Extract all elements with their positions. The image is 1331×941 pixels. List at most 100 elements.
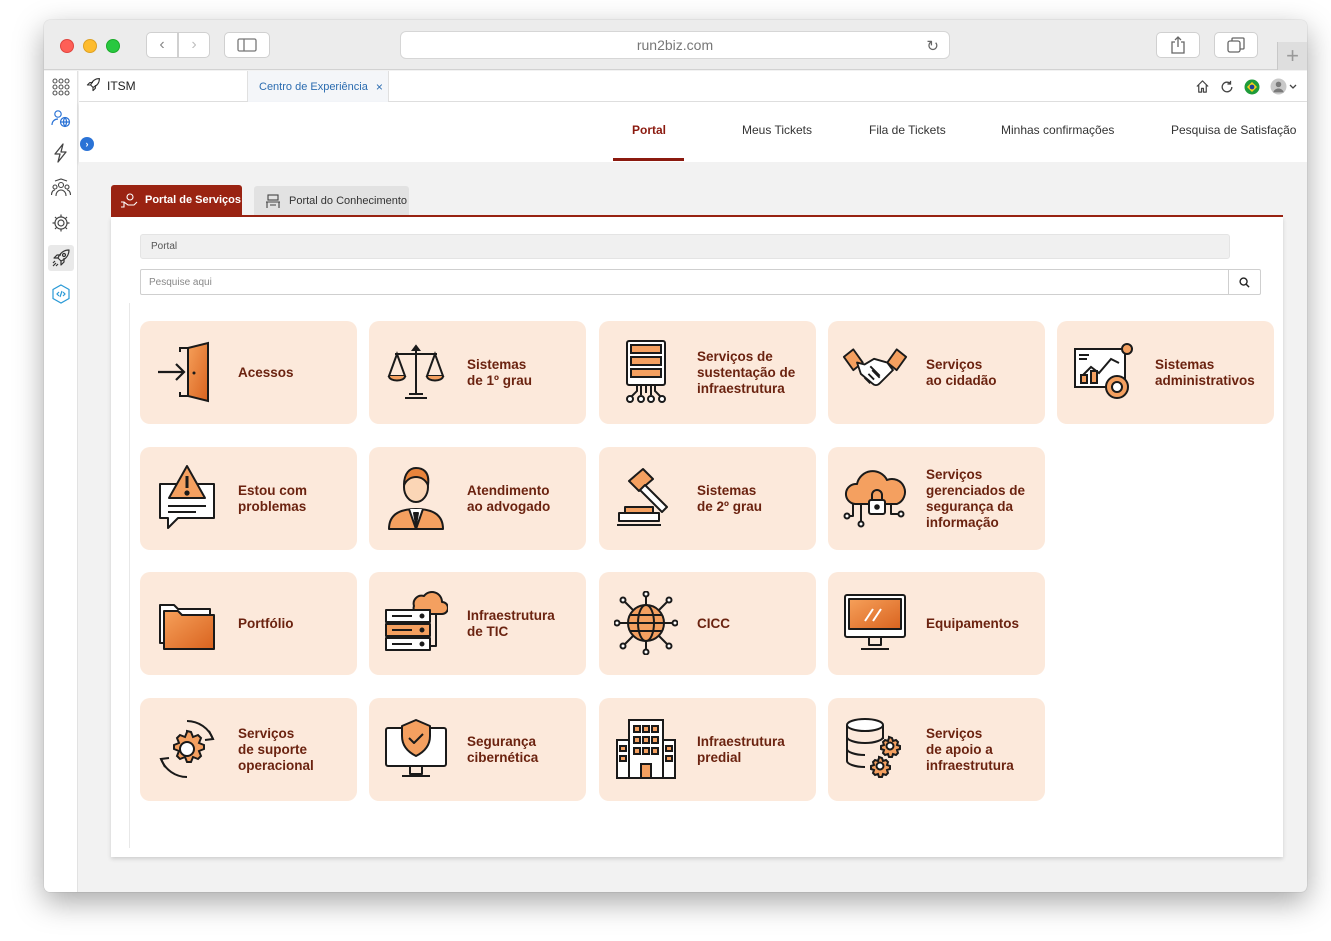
- service-tile-seguranca-cibernetica[interactable]: Segurança cibernética: [369, 698, 586, 801]
- shield-monitor-icon: [383, 714, 449, 784]
- sidebar-icon: [237, 38, 257, 52]
- service-tile-apoio-infraestrutura[interactable]: Serviços de apoio a infraestrutura: [828, 698, 1045, 801]
- folder-icon: [154, 588, 220, 658]
- gavel-icon: [613, 463, 679, 533]
- tab-portal-do-conhecimento[interactable]: Portal do Conhecimento: [254, 186, 409, 215]
- door-enter-icon: [154, 337, 220, 407]
- search-button[interactable]: [1228, 270, 1260, 294]
- brazil-flag-icon[interactable]: [1244, 79, 1260, 95]
- service-tile-label: Serviços gerenciados de segurança da inf…: [926, 466, 1026, 530]
- service-tile-equipamentos[interactable]: Equipamentos: [828, 572, 1045, 675]
- lightning-icon[interactable]: [48, 140, 74, 166]
- service-tile-servicos-cidadao[interactable]: Serviços ao cidadão: [828, 321, 1045, 424]
- new-tab-button[interactable]: +: [1277, 42, 1307, 70]
- share-button[interactable]: [1156, 32, 1200, 58]
- team-icon[interactable]: [48, 175, 74, 201]
- browser-toolbar: ‹ › run2biz.com ↻ +: [44, 20, 1307, 70]
- service-tile-label: Portfólio: [238, 615, 294, 631]
- service-tile-label: Estou com problemas: [238, 482, 308, 514]
- chevron-right-icon: ›: [191, 36, 197, 53]
- maximize-window-button[interactable]: [106, 39, 120, 53]
- tab-centro-de-experiencia[interactable]: Centro de Experiência ×: [247, 71, 389, 102]
- service-tile-label: Acessos: [238, 364, 294, 380]
- service-tile-sistemas-administrativos[interactable]: Sistemas administrativos: [1057, 321, 1274, 424]
- reload-icon[interactable]: ↻: [926, 37, 939, 55]
- service-tile-label: Infraestrutura predial: [697, 733, 785, 765]
- close-tab-icon[interactable]: ×: [376, 80, 383, 94]
- tab-meus-tickets[interactable]: Meus Tickets: [742, 123, 812, 137]
- forward-button[interactable]: ›: [178, 32, 210, 58]
- service-tile-infraestrutura-predial[interactable]: Infraestrutura predial: [599, 698, 816, 801]
- service-tile-label: Serviços de suporte operacional: [238, 725, 314, 773]
- browser-window: ‹ › run2biz.com ↻ + › ITSM Centro de Exp…: [44, 20, 1307, 892]
- chevron-left-icon: ‹: [159, 36, 165, 53]
- service-tile-cicc[interactable]: CICC: [599, 572, 816, 675]
- tab-label: Portal de Serviços: [145, 194, 241, 206]
- service-tile-seguranca-informacao[interactable]: Serviços gerenciados de segurança da inf…: [828, 447, 1045, 550]
- expand-sidebar-button[interactable]: ›: [80, 137, 94, 151]
- tab-overview-button[interactable]: [1214, 32, 1258, 58]
- database-gears-icon: [842, 714, 908, 784]
- main-content: Portal de Serviços Portal do Conheciment…: [79, 162, 1307, 868]
- server-cloud-icon: [383, 588, 449, 658]
- service-tile-sustentacao-infraestrutura[interactable]: Serviços de sustentação de infraestrutur…: [599, 321, 816, 424]
- dashboard-analytics-icon: [1071, 337, 1137, 407]
- breadcrumb-item[interactable]: Portal: [151, 241, 177, 252]
- sidebar-toggle-button[interactable]: [224, 32, 270, 58]
- service-tile-label: Sistemas administrativos: [1155, 356, 1255, 388]
- rocket-icon[interactable]: [48, 245, 74, 271]
- active-tab-indicator: [613, 158, 684, 161]
- home-icon[interactable]: [1195, 79, 1210, 94]
- minimize-window-button[interactable]: [83, 39, 97, 53]
- monitor-icon: [842, 588, 908, 658]
- tab-portal-de-servicos[interactable]: Portal de Serviços: [111, 185, 242, 215]
- service-tile-infraestrutura-tic[interactable]: Infraestrutura de TIC: [369, 572, 586, 675]
- service-tile-sistemas-1-grau[interactable]: Sistemas de 1º grau: [369, 321, 586, 424]
- service-tile-label: Sistemas de 1º grau: [467, 356, 532, 388]
- globe-network-icon: [613, 588, 679, 658]
- service-tile-label: Serviços ao cidadão: [926, 356, 997, 388]
- address-bar[interactable]: run2biz.com ↻: [400, 31, 950, 59]
- tab-pesquisa-de-satisfacao[interactable]: Pesquisa de Satisfação: [1171, 123, 1296, 137]
- handshake-icon: [842, 337, 908, 407]
- service-tile-sistemas-2-grau[interactable]: Sistemas de 2º grau: [599, 447, 816, 550]
- panel-guide-line: [129, 303, 130, 848]
- service-tile-suporte-operacional[interactable]: Serviços de suporte operacional: [140, 698, 357, 801]
- app-header: ITSM Centro de Experiência ×: [79, 71, 1307, 102]
- service-tile-label: Atendimento ao advogado: [467, 482, 551, 514]
- code-hexagon-icon[interactable]: [48, 281, 74, 307]
- warning-chat-icon: [154, 463, 220, 533]
- service-tile-acessos[interactable]: Acessos: [140, 321, 357, 424]
- service-tile-label: Sistemas de 2º grau: [697, 482, 762, 514]
- users-globe-icon[interactable]: [48, 105, 74, 131]
- plus-icon: +: [1286, 43, 1299, 68]
- user-avatar[interactable]: [1270, 78, 1297, 95]
- tab-minhas-confirmacoes[interactable]: Minhas confirmações: [1001, 123, 1114, 137]
- apps-grid-icon[interactable]: [48, 74, 74, 100]
- service-tile-portfolio[interactable]: Portfólio: [140, 572, 357, 675]
- service-tile-estou-com-problemas[interactable]: Estou com problemas: [140, 447, 357, 550]
- app-sidebar: [44, 71, 78, 892]
- share-icon: [1171, 36, 1185, 54]
- service-tile-atendimento-advogado[interactable]: Atendimento ao advogado: [369, 447, 586, 550]
- tab-label: Centro de Experiência: [259, 80, 368, 93]
- server-rack-icon: [613, 337, 679, 407]
- gear-cycle-icon: [154, 714, 220, 784]
- lawyer-icon: [383, 463, 449, 533]
- search-input[interactable]: [141, 270, 1231, 294]
- app-rocket-icon: [85, 77, 101, 98]
- services-panel: Portal Acessos: [111, 217, 1283, 857]
- app-title: ITSM: [107, 79, 136, 93]
- service-hand-icon: [121, 193, 138, 208]
- settings-gear-icon[interactable]: [48, 210, 74, 236]
- chevron-right-icon: ›: [85, 139, 89, 149]
- search-icon: [1239, 276, 1250, 288]
- breadcrumb: Portal: [140, 234, 1230, 259]
- back-button[interactable]: ‹: [146, 32, 178, 58]
- service-tile-label: Segurança cibernética: [467, 733, 539, 765]
- tab-portal[interactable]: Portal: [632, 123, 666, 137]
- refresh-icon[interactable]: [1220, 80, 1234, 94]
- close-window-button[interactable]: [60, 39, 74, 53]
- tab-fila-de-tickets[interactable]: Fila de Tickets: [869, 123, 946, 137]
- header-actions: [1195, 78, 1297, 95]
